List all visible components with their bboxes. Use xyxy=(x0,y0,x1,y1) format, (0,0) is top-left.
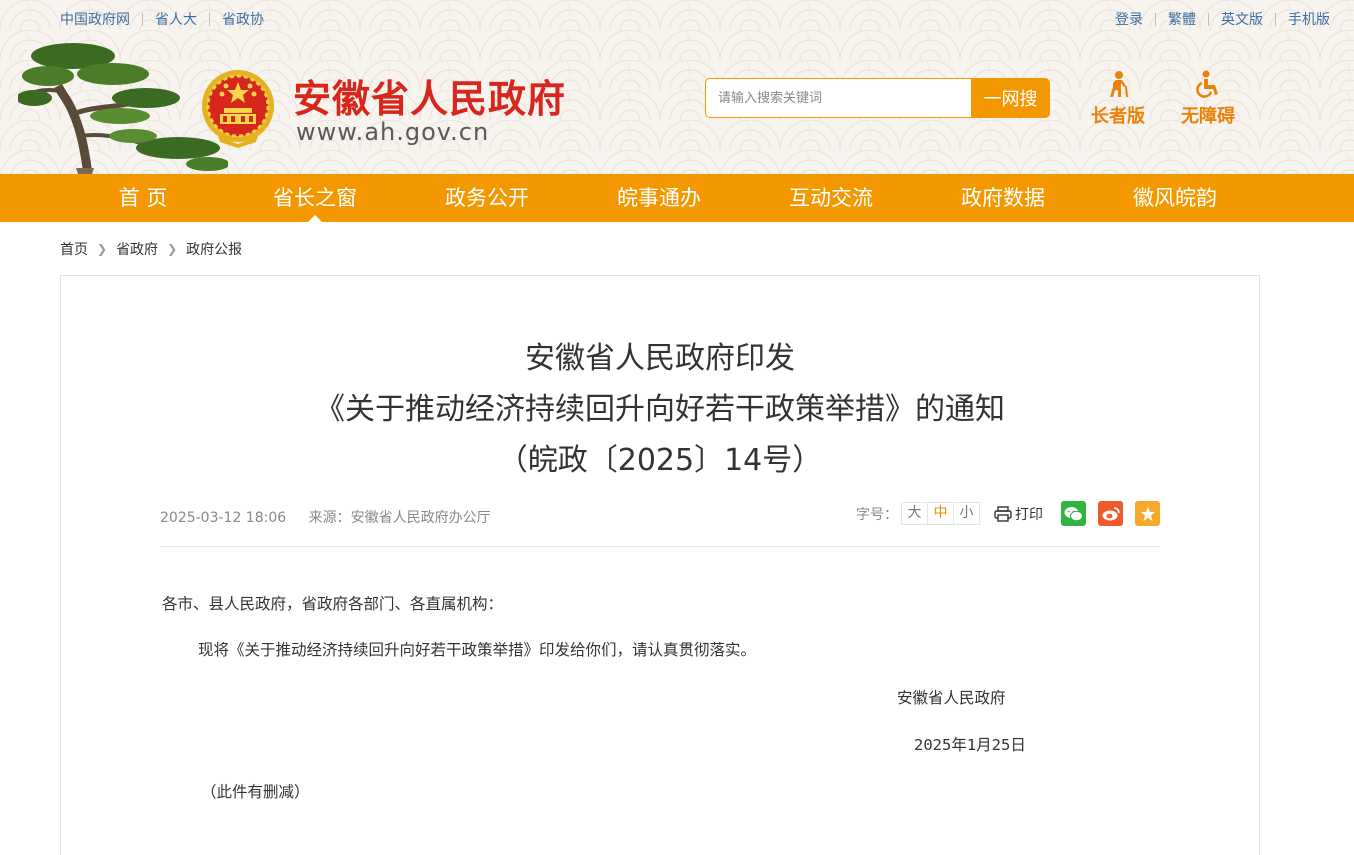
nav-item-governor-window[interactable]: 省长之窗 xyxy=(229,174,401,222)
site-url: www.ah.gov.cn xyxy=(296,118,490,146)
elderly-mode-label: 长者版 xyxy=(1091,106,1145,127)
share-wechat-button[interactable] xyxy=(1061,501,1086,526)
breadcrumb-province-gov[interactable]: 省政府 xyxy=(116,239,158,259)
elderly-mode-button[interactable]: 长者版 xyxy=(1083,70,1153,128)
divider xyxy=(209,12,210,26)
title-line: 安徽省人民政府印发 xyxy=(525,341,795,376)
print-icon xyxy=(994,505,1012,522)
title-line: （皖政〔2025〕14号） xyxy=(497,443,823,478)
publish-date: 2025-03-12 18:06 xyxy=(160,510,287,526)
link-provincial-cppcc[interactable]: 省政协 xyxy=(222,9,264,29)
font-size-large[interactable]: 大 xyxy=(901,502,928,525)
main-nav: 首 页 省长之窗 政务公开 皖事通办 互动交流 政府数据 徽风皖韵 xyxy=(0,174,1354,222)
nav-item-home[interactable]: 首 页 xyxy=(57,174,229,222)
elderly-icon xyxy=(1110,71,1128,98)
nav-item-gov-affairs[interactable]: 政务公开 xyxy=(401,174,573,222)
star-icon xyxy=(1140,506,1155,521)
site-header: 中国政府网 省人大 省政协 登录 繁體 英文版 手机版 安徽省人民政府 www.… xyxy=(0,0,1354,174)
breadcrumb: 首页 ❯ 省政府 ❯ 政府公报 xyxy=(0,222,1354,276)
divider xyxy=(1208,12,1209,26)
top-links-right: 登录 繁體 英文版 手机版 xyxy=(1115,9,1330,29)
english-version-link[interactable]: 英文版 xyxy=(1221,9,1263,29)
wechat-icon xyxy=(1064,506,1083,521)
nav-item-culture[interactable]: 徽风皖韵 xyxy=(1089,174,1261,222)
meta-info: 2025-03-12 18:06 来源：安徽省人民政府办公厅 xyxy=(160,507,491,527)
weibo-icon xyxy=(1102,507,1120,521)
breadcrumb-home[interactable]: 首页 xyxy=(60,239,88,259)
mobile-version-link[interactable]: 手机版 xyxy=(1288,9,1330,29)
font-size-label: 字号： xyxy=(856,506,898,523)
search-button[interactable]: 一网搜 xyxy=(971,78,1050,118)
nav-item-gov-data[interactable]: 政府数据 xyxy=(917,174,1089,222)
signature: 安徽省人民政府 xyxy=(897,689,1006,707)
national-emblem-icon xyxy=(202,70,274,148)
print-label: 打印 xyxy=(1015,506,1043,523)
body-paragraph: 现将《关于推动经济持续回升向好若干政策举措》印发给你们，请认真贯彻落实。 xyxy=(198,641,757,659)
article-tools: 字号： 大 中 小 打印 xyxy=(856,501,1160,526)
nav-item-interaction[interactable]: 互动交流 xyxy=(745,174,917,222)
pine-tree-image xyxy=(18,43,228,174)
font-size-switcher: 大 中 小 xyxy=(901,502,980,525)
print-button[interactable]: 打印 xyxy=(994,504,1043,524)
accessibility-label: 无障碍 xyxy=(1181,106,1235,127)
article-title: 安徽省人民政府印发 《关于推动经济持续回升向好若干政策举措》的通知 （皖政〔20… xyxy=(61,333,1259,486)
traditional-chinese-link[interactable]: 繁體 xyxy=(1168,9,1196,29)
search-input[interactable] xyxy=(705,78,971,118)
article-source: 来源：安徽省人民政府办公厅 xyxy=(308,510,491,526)
article-meta: 2025-03-12 18:06 来源：安徽省人民政府办公厅 字号： 大 中 小… xyxy=(160,497,1160,547)
site-title[interactable]: 安徽省人民政府 xyxy=(293,68,566,123)
nav-item-services[interactable]: 皖事通办 xyxy=(573,174,745,222)
login-link[interactable]: 登录 xyxy=(1115,9,1143,29)
divider xyxy=(142,12,143,26)
divider xyxy=(1155,12,1156,26)
wheelchair-icon xyxy=(1196,70,1218,98)
signature-date: 2025年1月25日 xyxy=(914,736,1026,754)
accessibility-button[interactable]: 无障碍 xyxy=(1173,70,1243,128)
font-size-small[interactable]: 小 xyxy=(953,502,980,525)
divider xyxy=(1275,12,1276,26)
font-size-medium[interactable]: 中 xyxy=(927,502,954,525)
link-provincial-congress[interactable]: 省人大 xyxy=(155,9,197,29)
search-bar: 一网搜 xyxy=(705,78,1050,118)
chevron-right-icon: ❯ xyxy=(97,242,108,256)
article-container: 安徽省人民政府印发 《关于推动经济持续回升向好若干政策举措》的通知 （皖政〔20… xyxy=(60,275,1260,855)
abridged-note: （此件有删减） xyxy=(201,783,310,801)
favorite-button[interactable] xyxy=(1135,501,1160,526)
title-line: 《关于推动经济持续回升向好若干政策举措》的通知 xyxy=(315,392,1005,427)
top-links-left: 中国政府网 省人大 省政协 xyxy=(60,9,264,29)
chevron-right-icon: ❯ xyxy=(167,242,178,256)
breadcrumb-gazette[interactable]: 政府公报 xyxy=(186,239,242,259)
salutation: 各市、县人民政府，省政府各部门、各直属机构： xyxy=(162,595,504,613)
share-weibo-button[interactable] xyxy=(1098,501,1123,526)
link-gov-cn[interactable]: 中国政府网 xyxy=(60,9,130,29)
